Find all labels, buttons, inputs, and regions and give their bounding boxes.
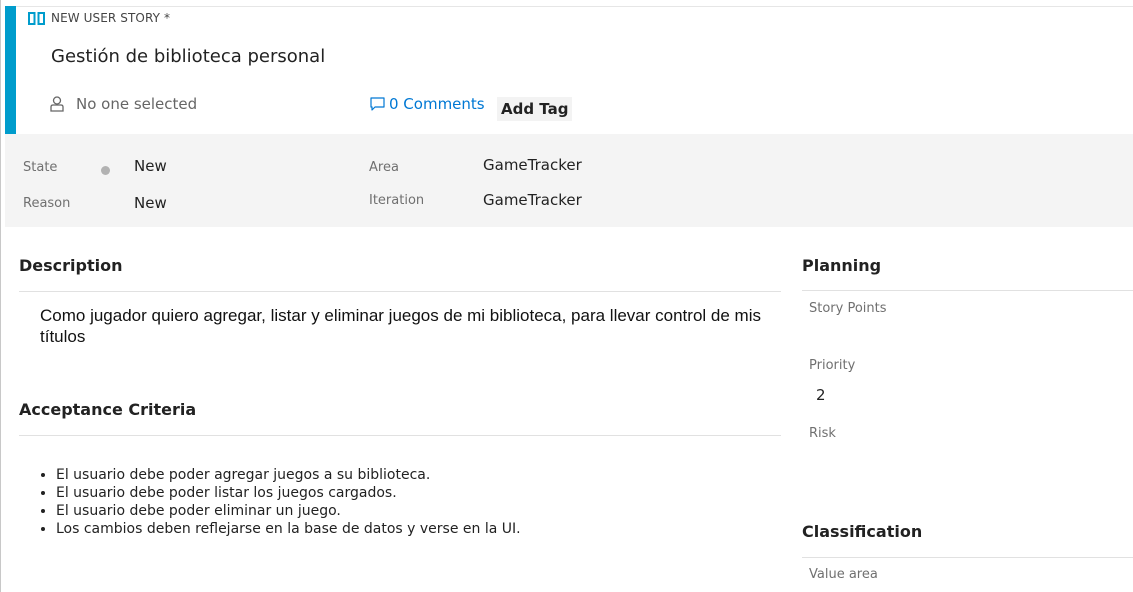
reason-label: Reason <box>23 196 71 211</box>
description-editor[interactable]: Como jugador quiero agregar, listar y el… <box>40 305 770 347</box>
area-dropdown[interactable]: GameTracker <box>483 156 582 174</box>
state-dot <box>101 166 110 175</box>
assigned-to-picker[interactable]: No one selected <box>50 95 197 113</box>
list-item: El usuario debe poder listar los juegos … <box>56 484 521 502</box>
priority-field[interactable]: 2 <box>816 386 826 404</box>
iteration-label: Iteration <box>369 193 425 208</box>
classification-heading: Classification <box>802 522 923 541</box>
work-item-color-bar <box>5 6 16 134</box>
planning-rule <box>802 290 1133 291</box>
story-points-label: Story Points <box>809 301 887 316</box>
assigned-to-label: No one selected <box>76 95 198 113</box>
area-label: Area <box>369 160 399 175</box>
list-item: El usuario debe poder eliminar un juego. <box>56 502 521 520</box>
state-label: State <box>23 160 58 175</box>
list-item: El usuario debe poder agregar juegos a s… <box>56 466 521 484</box>
list-item: Los cambios deben reflejarse en la base … <box>56 520 521 538</box>
iteration-dropdown[interactable]: GameTracker <box>483 191 582 209</box>
person-icon <box>50 96 64 112</box>
description-heading: Description <box>19 256 123 275</box>
value-area-label: Value area <box>809 567 878 582</box>
acceptance-criteria-rule <box>19 435 781 436</box>
comments-link[interactable]: 0 Comments <box>370 95 485 113</box>
comments-label: 0 Comments <box>389 95 485 113</box>
book-icon <box>28 11 45 25</box>
page-left-border <box>0 0 1 592</box>
header-top-rule <box>16 6 1133 7</box>
reason-dropdown[interactable]: New <box>134 194 167 212</box>
add-tag-button[interactable]: Add Tag <box>497 97 573 121</box>
description-rule <box>19 291 781 292</box>
fields-panel <box>5 134 1133 227</box>
acceptance-criteria-heading: Acceptance Criteria <box>19 400 197 419</box>
work-item-type: NEW USER STORY * <box>28 11 170 25</box>
work-item-type-label: NEW USER STORY * <box>51 11 171 25</box>
planning-heading: Planning <box>802 256 882 275</box>
comment-icon <box>370 97 385 111</box>
classification-rule <box>802 557 1133 558</box>
state-dropdown[interactable]: New <box>134 157 167 175</box>
acceptance-criteria-editor[interactable]: El usuario debe poder agregar juegos a s… <box>34 466 521 538</box>
risk-label: Risk <box>809 426 836 441</box>
work-item-title[interactable]: Gestión de biblioteca personal <box>51 46 325 67</box>
priority-label: Priority <box>809 358 856 373</box>
